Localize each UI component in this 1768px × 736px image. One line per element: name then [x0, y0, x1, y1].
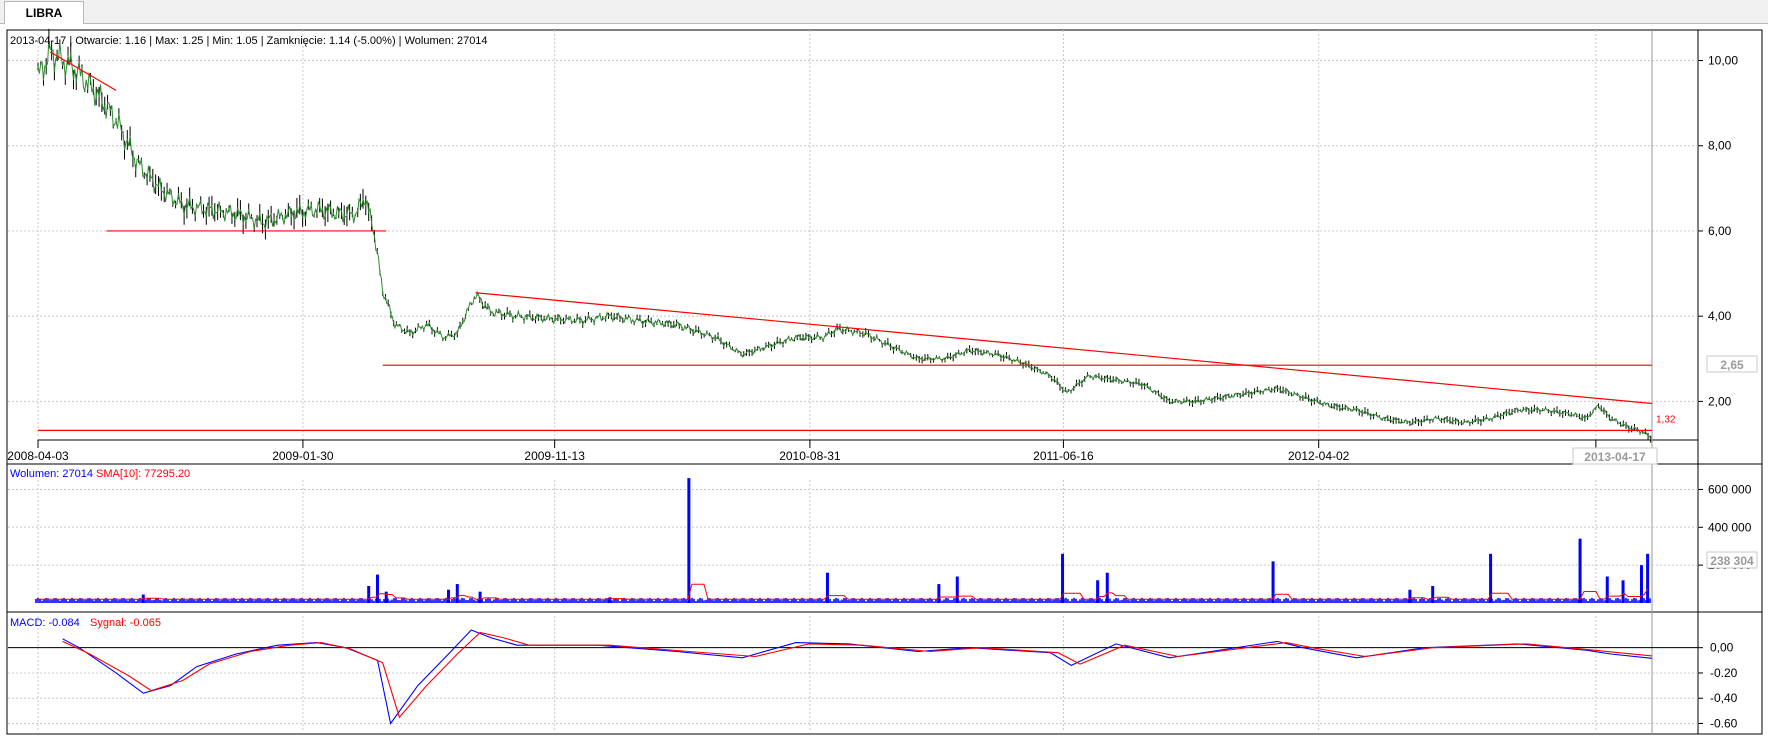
- signal-legend-label: Sygnał: -0.065: [90, 617, 161, 629]
- volume-spike: [687, 478, 691, 603]
- macd-legend-label: MACD: -0.084: [10, 617, 80, 629]
- volume-spike: [455, 584, 459, 603]
- macd-y-tick-label: -0,40: [1710, 691, 1738, 705]
- volume-spike: [1639, 565, 1643, 603]
- x-axis-tick-label: 2010-08-31: [779, 449, 841, 463]
- date-box-label: 2013-04-17: [1584, 450, 1646, 464]
- volume-spike: [447, 589, 451, 603]
- price-y-tick-label: 4,00: [1708, 309, 1732, 323]
- macd-y-tick-label: -0.20: [1710, 666, 1738, 680]
- volume-spike: [1096, 580, 1100, 603]
- x-axis-tick-label: 2012-04-02: [1288, 449, 1350, 463]
- level-label: 1,32: [1656, 414, 1676, 425]
- volume-spike: [955, 576, 959, 603]
- volume-box-label: 238 304: [1710, 554, 1754, 568]
- price-info-text: 2013-04-17 | Otwarcie: 1.16 | Max: 1.25 …: [10, 35, 488, 47]
- price-box-label: 2,65: [1720, 358, 1744, 372]
- volume-spike: [608, 597, 612, 603]
- volume-spike: [937, 584, 941, 603]
- volume-spike: [375, 574, 379, 603]
- chart-frame: [6, 29, 1763, 735]
- volume-spike: [1621, 580, 1625, 603]
- volume-spike: [1431, 585, 1435, 603]
- volume-spike: [1646, 553, 1650, 603]
- volume-spike: [1105, 572, 1109, 603]
- x-axis-tick-label: 2009-01-30: [272, 449, 334, 463]
- macd-y-tick-label: 0,00: [1710, 641, 1734, 655]
- macd-y-tick-label: -0.60: [1710, 716, 1738, 730]
- price-y-tick-label: 2,00: [1708, 394, 1732, 408]
- volume-y-tick-label: 400 000: [1708, 520, 1752, 534]
- volume-spike: [825, 572, 829, 603]
- volume-spike: [367, 585, 371, 603]
- x-axis-tick-label: 2011-06-16: [1033, 449, 1094, 463]
- x-axis-tick-label: 2008-04-03: [7, 449, 69, 463]
- chart-area[interactable]: 10,00 8,00 6,00 4,00 2,00 2008-04-03 2009-01-3…: [0, 0, 1768, 736]
- sma-line: [36, 583, 1649, 600]
- volume-y-tick-label: 600 000: [1708, 482, 1752, 496]
- volume-legend-label: Wolumen: 27014: [10, 468, 93, 480]
- volume-spike: [1578, 538, 1582, 603]
- price-y-tick-label: 8,00: [1708, 139, 1732, 153]
- x-axis-tick-label: 2009-11-13: [524, 449, 585, 463]
- price-y-tick-label: 6,00: [1708, 224, 1732, 238]
- volume-spike: [384, 591, 388, 603]
- price-line: [37, 38, 1652, 440]
- volume-spike: [1605, 576, 1609, 603]
- price-y-tick-label: 10,00: [1708, 54, 1738, 68]
- signal-line: [62, 631, 1653, 719]
- volume-spike: [1408, 589, 1412, 603]
- sma-legend-label: SMA[10]: 77295.20: [96, 468, 190, 480]
- volume-spike: [478, 591, 482, 603]
- volume-bars: [35, 478, 1651, 603]
